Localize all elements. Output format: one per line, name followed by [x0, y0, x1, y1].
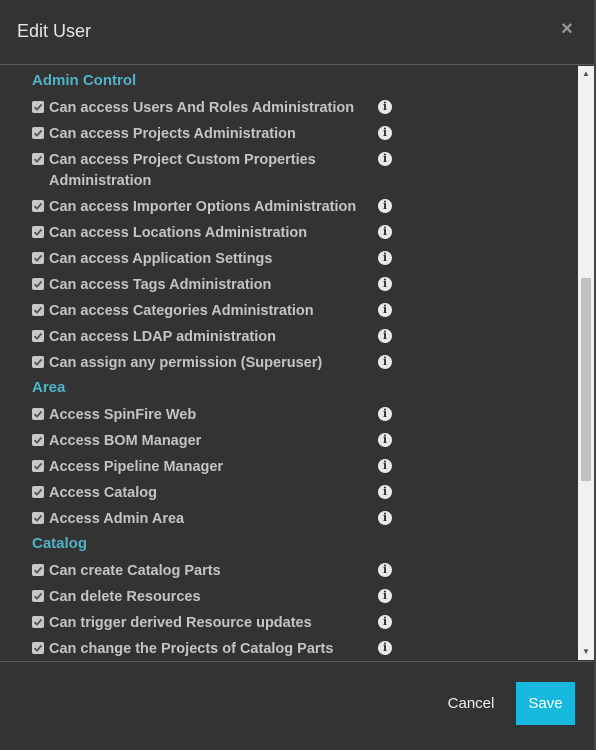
- permission-label[interactable]: Can access Tags Administration: [49, 275, 369, 296]
- dialog-footer: Cancel Save: [0, 661, 596, 750]
- info-icon[interactable]: i: [378, 485, 392, 499]
- info-icon[interactable]: i: [378, 152, 392, 166]
- permission-label[interactable]: Can access Projects Administration: [49, 124, 369, 145]
- permission-label[interactable]: Can create Catalog Parts: [49, 561, 369, 582]
- cancel-button[interactable]: Cancel: [440, 692, 502, 716]
- permission-checkbox[interactable]: [32, 127, 44, 139]
- info-icon[interactable]: i: [378, 355, 392, 369]
- info-icon[interactable]: i: [378, 303, 392, 317]
- close-icon[interactable]: ×: [558, 18, 576, 40]
- permission-checkbox[interactable]: [32, 304, 44, 316]
- permission-checkbox[interactable]: [32, 642, 44, 654]
- scrollbar-thumb[interactable]: [581, 278, 591, 481]
- info-icon[interactable]: i: [378, 199, 392, 213]
- permission-label[interactable]: Can access Project Custom Properties Adm…: [49, 150, 369, 192]
- permission-label[interactable]: Can trigger derived Resource updates: [49, 613, 369, 634]
- permission-checkbox[interactable]: [32, 408, 44, 420]
- permission-label[interactable]: Can access Application Settings: [49, 249, 369, 270]
- permission-label[interactable]: Can access LDAP administration: [49, 327, 369, 348]
- save-button[interactable]: Save: [516, 682, 575, 725]
- permission-checkbox[interactable]: [32, 460, 44, 472]
- permission-label[interactable]: Access BOM Manager: [49, 431, 369, 452]
- info-icon[interactable]: i: [378, 511, 392, 525]
- permission-checkbox[interactable]: [32, 226, 44, 238]
- info-icon[interactable]: i: [378, 251, 392, 265]
- permission-label[interactable]: Access SpinFire Web: [49, 405, 369, 426]
- permission-label[interactable]: Access Pipeline Manager: [49, 457, 369, 478]
- permission-checkbox[interactable]: [32, 356, 44, 368]
- info-icon[interactable]: i: [378, 126, 392, 140]
- scroll-up-arrow-icon[interactable]: ▲: [578, 66, 594, 82]
- info-icon[interactable]: i: [378, 407, 392, 421]
- permission-checkbox[interactable]: [32, 153, 44, 165]
- permission-checkbox[interactable]: [32, 252, 44, 264]
- permission-label[interactable]: Can access Users And Roles Administratio…: [49, 98, 369, 119]
- info-icon[interactable]: i: [378, 563, 392, 577]
- permission-label[interactable]: Can access Locations Administration: [49, 223, 369, 244]
- info-icon[interactable]: i: [378, 589, 392, 603]
- permission-checkbox[interactable]: [32, 200, 44, 212]
- permission-checkbox[interactable]: [32, 434, 44, 446]
- permissions-panel: Admin Control Can access Users And Roles …: [0, 66, 596, 660]
- edit-user-dialog: Edit User × Admin Control Can access User…: [0, 0, 596, 750]
- dialog-header: Edit User ×: [0, 0, 596, 65]
- info-icon[interactable]: i: [378, 100, 392, 114]
- info-icon[interactable]: i: [378, 459, 392, 473]
- permission-label[interactable]: Can delete Resources: [49, 587, 369, 608]
- permission-label[interactable]: Access Catalog: [49, 483, 369, 504]
- info-icon[interactable]: i: [378, 433, 392, 447]
- permission-checkbox[interactable]: [32, 486, 44, 498]
- info-icon[interactable]: i: [378, 277, 392, 291]
- permission-checkbox[interactable]: [32, 590, 44, 602]
- permission-checkbox[interactable]: [32, 278, 44, 290]
- permission-label[interactable]: Can access Importer Options Administrati…: [49, 197, 369, 218]
- info-icon[interactable]: i: [378, 225, 392, 239]
- vertical-scrollbar[interactable]: ▲ ▼: [578, 66, 594, 660]
- permission-checkbox[interactable]: [32, 512, 44, 524]
- permission-checkbox[interactable]: [32, 616, 44, 628]
- permission-label[interactable]: Can access Categories Administration: [49, 301, 369, 322]
- permission-checkbox[interactable]: [32, 330, 44, 342]
- permission-label[interactable]: Access Admin Area: [49, 509, 369, 530]
- permission-checkbox[interactable]: [32, 564, 44, 576]
- section-title: Catalog: [32, 535, 88, 552]
- section-title: Admin Control: [32, 72, 137, 89]
- section-title: Area: [32, 379, 66, 396]
- info-icon[interactable]: i: [378, 615, 392, 629]
- permission-label[interactable]: Can change the Projects of Catalog Parts: [49, 639, 369, 660]
- permission-checkbox[interactable]: [32, 101, 44, 113]
- permission-label[interactable]: Can assign any permission (Superuser): [49, 353, 369, 374]
- info-icon[interactable]: i: [378, 641, 392, 655]
- scroll-down-arrow-icon[interactable]: ▼: [578, 644, 594, 660]
- dialog-title: Edit User: [17, 21, 92, 41]
- info-icon[interactable]: i: [378, 329, 392, 343]
